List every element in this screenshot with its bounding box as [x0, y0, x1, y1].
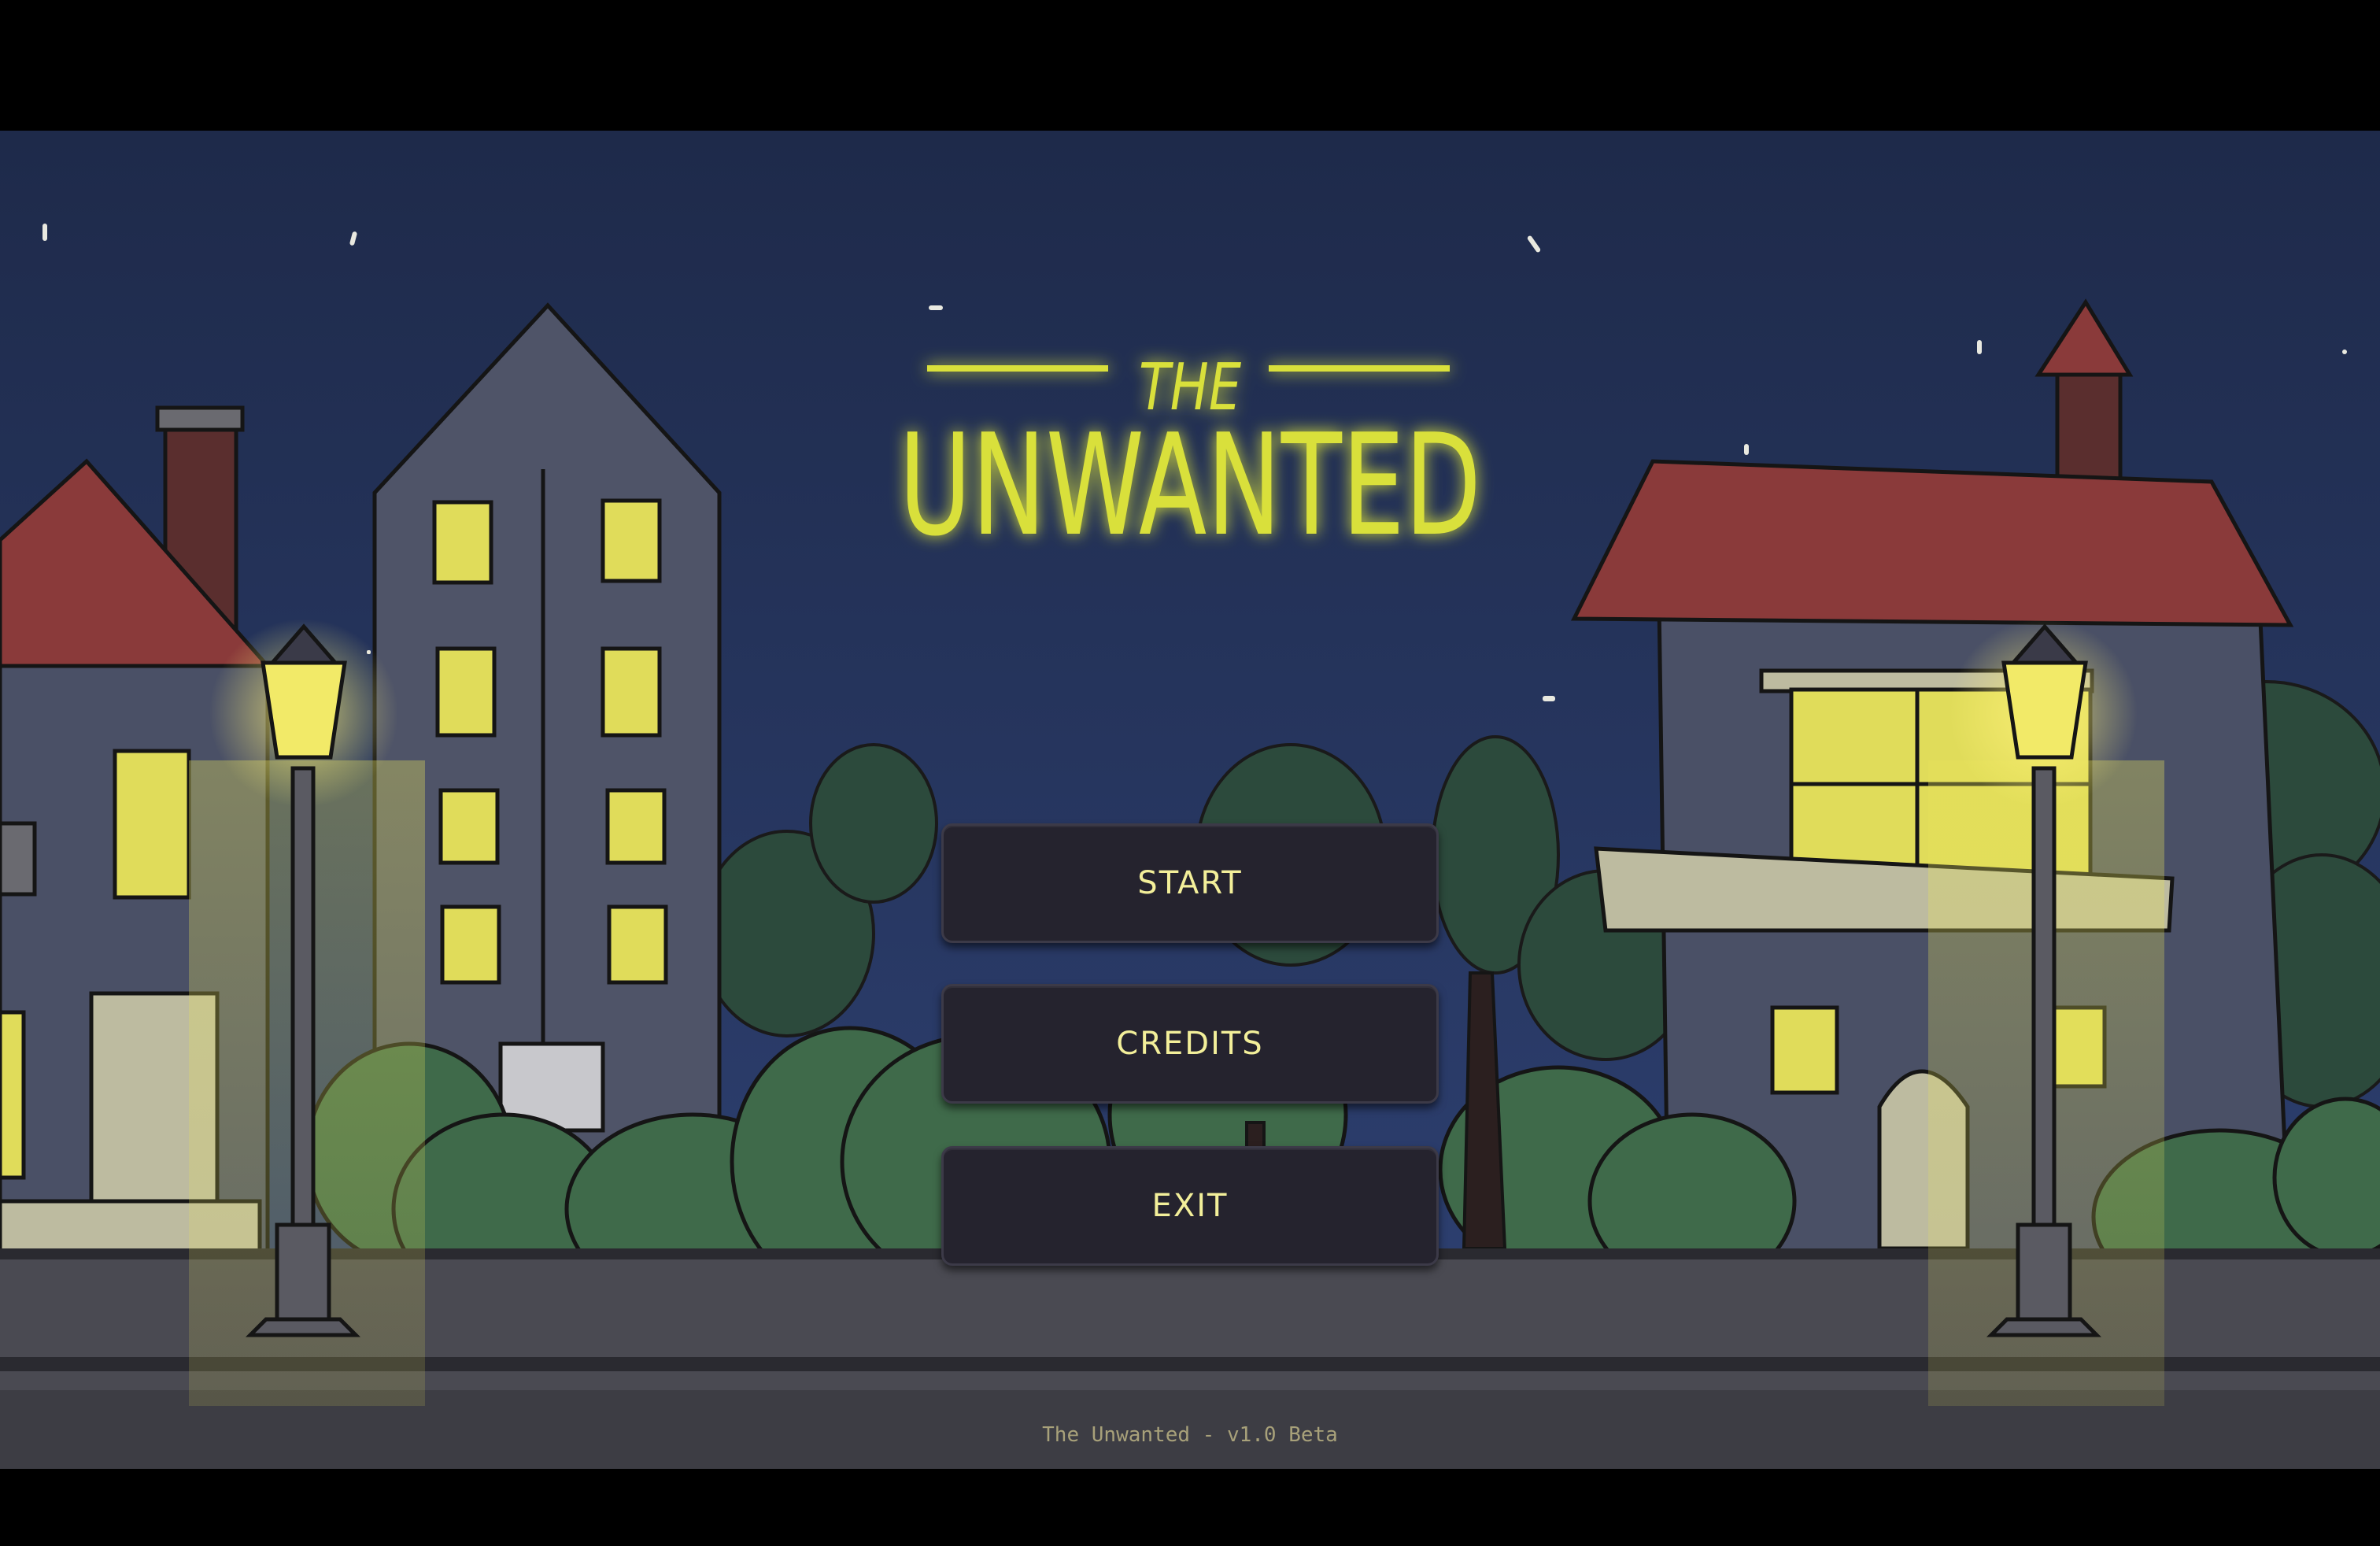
night-town-background: THE UNWANTED [0, 131, 2380, 1469]
letterbox-bottom [0, 1469, 2380, 1546]
exit-button-label: EXIT [1151, 1188, 1229, 1224]
credits-button-label: CREDITS [1116, 1026, 1264, 1062]
credits-button[interactable]: CREDITS [941, 984, 1439, 1104]
main-menu-scene: THE UNWANTED START CREDITS EXIT [0, 131, 2380, 1469]
version-label: The Unwanted - v1.0 Beta [1042, 1423, 1338, 1447]
exit-button[interactable]: EXIT [941, 1146, 1439, 1266]
title-main-text: UNWANTED [899, 404, 1481, 567]
letterbox-top [0, 0, 2380, 131]
start-button-label: START [1137, 865, 1243, 901]
start-button[interactable]: START [941, 823, 1439, 943]
